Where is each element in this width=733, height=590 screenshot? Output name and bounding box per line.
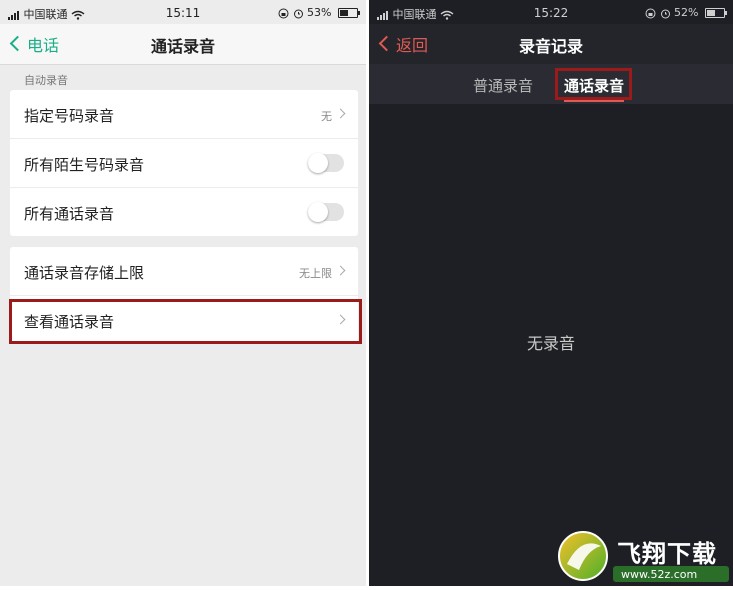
tab-normal-recordings[interactable]: 普通录音 xyxy=(473,75,533,96)
status-bar: 中国联通 15:11 53% xyxy=(0,0,366,24)
chevron-right-icon xyxy=(335,108,346,119)
row-specified-number-recording[interactable]: 指定号码录音 无 xyxy=(10,90,358,139)
nav-bar: 返回 录音记录 xyxy=(369,24,733,64)
battery-percent: 52% xyxy=(674,6,699,19)
row-storage-limit[interactable]: 通话录音存储上限 无上限 xyxy=(10,247,358,296)
watermark-logo: 飞翔下载 www.52z.com xyxy=(557,526,733,586)
alarm-icon xyxy=(660,9,670,18)
row-label: 通话录音存储上限 xyxy=(24,264,145,282)
status-bar: 中国联通 15:22 52% xyxy=(369,0,733,24)
section-title-auto-record: 自动录音 xyxy=(24,74,68,87)
row-label: 所有通话录音 xyxy=(24,205,115,223)
row-label: 指定号码录音 xyxy=(24,107,115,125)
battery-fill xyxy=(707,10,716,16)
battery-percent: 53% xyxy=(307,6,332,19)
toggle-knob xyxy=(308,153,328,173)
nav-bar: 电话 通话录音 xyxy=(0,24,366,65)
row-label: 所有陌生号码录音 xyxy=(24,156,145,174)
chevron-right-icon xyxy=(335,265,346,276)
tab-call-recordings[interactable]: 通话录音 xyxy=(564,75,624,96)
watermark-url: www.52z.com xyxy=(621,568,698,581)
watermark-brand: 飞翔下载 xyxy=(617,540,717,568)
row-value: 无 xyxy=(321,110,332,123)
tab-bar: 普通录音 通话录音 xyxy=(369,64,733,104)
right-phone-screen: 中国联通 15:22 52% 返回 录音记录 普通录音 通话录音 无录音 xyxy=(369,0,733,586)
left-phone-screen: 中国联通 15:11 53% 电话 通话录音 自动录音 指定号码录音 无 所有陌… xyxy=(0,0,366,586)
page-title: 录音记录 xyxy=(518,37,583,56)
page-title: 通话录音 xyxy=(150,37,215,56)
alarm-icon xyxy=(293,9,303,18)
storage-group: 通话录音存储上限 无上限 查看通话录音 xyxy=(10,247,358,344)
row-all-calls-recording: 所有通话录音 xyxy=(10,188,358,236)
battery-icon xyxy=(338,8,360,18)
lock-rotation-icon xyxy=(278,8,289,18)
active-tab-indicator xyxy=(564,100,624,102)
row-label: 查看通话录音 xyxy=(24,313,115,331)
empty-state-text: 无录音 xyxy=(526,334,575,353)
row-view-call-recordings[interactable]: 查看通话录音 xyxy=(10,296,358,344)
all-calls-toggle[interactable] xyxy=(308,202,344,222)
chevron-right-icon xyxy=(335,314,346,325)
lock-rotation-icon xyxy=(645,8,656,18)
row-unknown-number-recording: 所有陌生号码录音 xyxy=(10,139,358,188)
unknown-number-toggle[interactable] xyxy=(308,153,344,173)
battery-icon xyxy=(705,8,727,18)
battery-fill xyxy=(340,10,349,16)
auto-record-group: 指定号码录音 无 所有陌生号码录音 所有通话录音 xyxy=(10,90,358,236)
toggle-knob xyxy=(308,202,328,222)
row-value: 无上限 xyxy=(299,267,332,280)
